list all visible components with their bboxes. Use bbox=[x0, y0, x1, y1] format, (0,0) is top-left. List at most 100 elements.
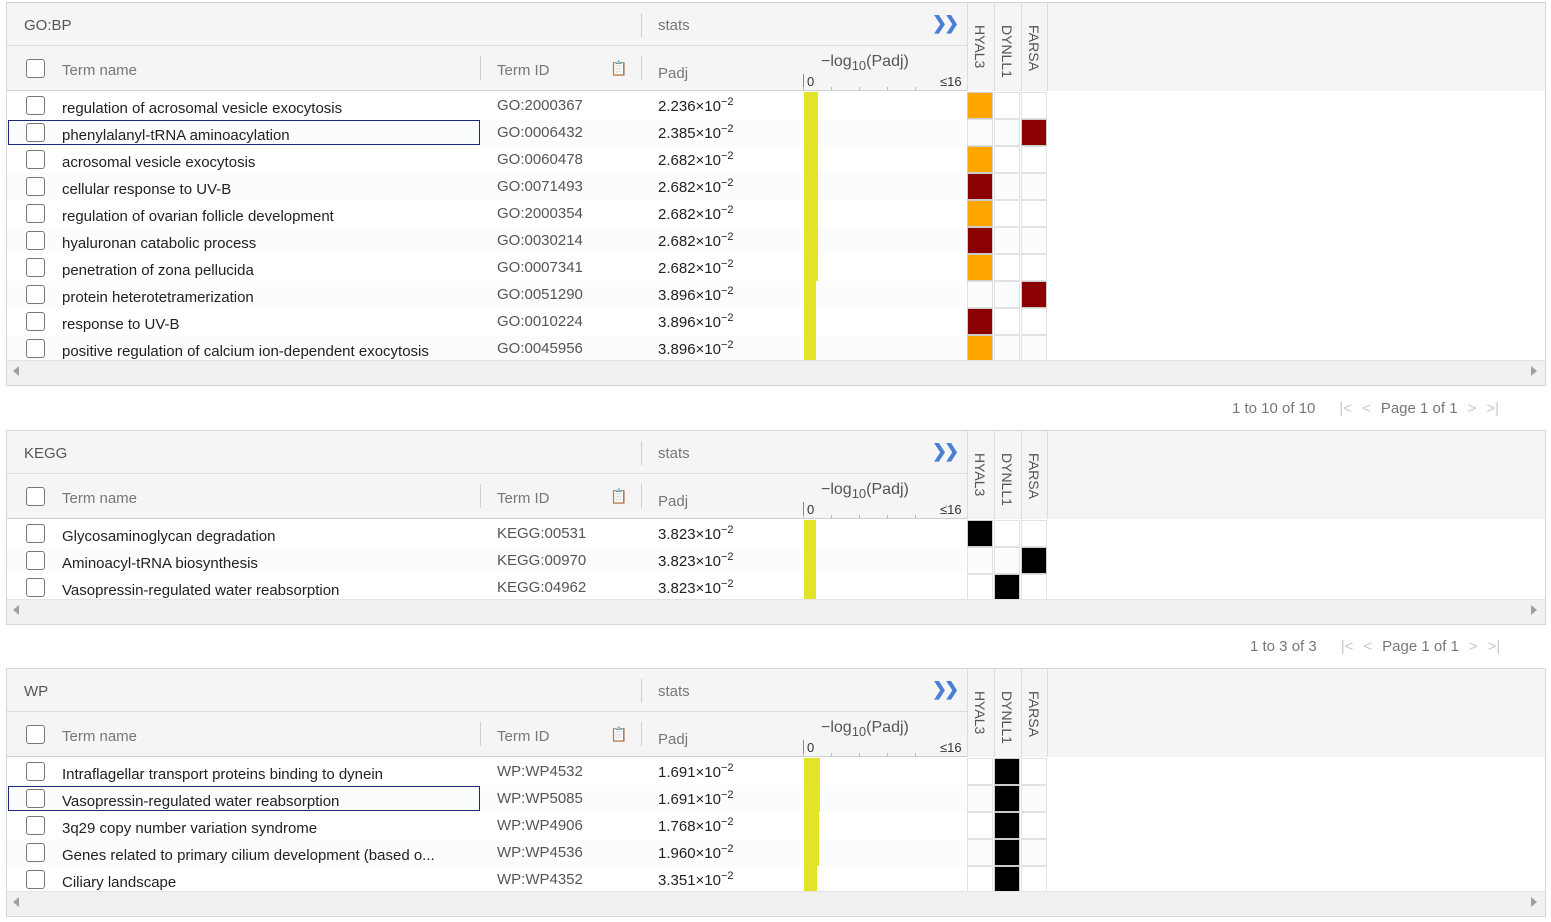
table-row[interactable]: 3q29 copy number variation syndrome WP:WP… bbox=[7, 812, 1047, 839]
term-name[interactable]: 3q29 copy number variation syndrome bbox=[62, 820, 317, 837]
next-page-icon[interactable]: > bbox=[1468, 400, 1477, 417]
term-name-header[interactable]: Term name bbox=[62, 728, 137, 745]
row-checkbox[interactable] bbox=[26, 524, 45, 543]
term-id[interactable]: KEGG:00531 bbox=[497, 525, 586, 542]
table-row[interactable]: Aminoacyl-tRNA biosynthesis KEGG:00970 3.8… bbox=[7, 547, 1047, 574]
term-id[interactable]: WP:WP4536 bbox=[497, 844, 583, 861]
term-name[interactable]: cellular response to UV-B bbox=[62, 181, 231, 198]
scroll-left-icon[interactable] bbox=[13, 605, 19, 615]
prev-page-icon[interactable]: < bbox=[1363, 638, 1372, 655]
expand-columns-icon[interactable]: ❯❯ bbox=[932, 441, 959, 462]
term-name[interactable]: response to UV-B bbox=[62, 316, 180, 333]
term-name[interactable]: Aminoacyl-tRNA biosynthesis bbox=[62, 555, 258, 572]
row-checkbox[interactable] bbox=[26, 312, 45, 331]
select-all-checkbox[interactable] bbox=[26, 725, 45, 744]
table-row[interactable]: regulation of acrosomal vesicle exocytos… bbox=[7, 92, 1047, 119]
first-page-icon[interactable]: |< bbox=[1339, 400, 1352, 417]
row-checkbox[interactable] bbox=[26, 150, 45, 169]
row-checkbox[interactable] bbox=[26, 551, 45, 570]
row-checkbox[interactable] bbox=[26, 96, 45, 115]
last-page-icon[interactable]: >| bbox=[1486, 400, 1499, 417]
prev-page-icon[interactable]: < bbox=[1362, 400, 1371, 417]
term-id[interactable]: KEGG:04962 bbox=[497, 579, 586, 596]
row-checkbox[interactable] bbox=[26, 870, 45, 889]
term-name[interactable]: acrosomal vesicle exocytosis bbox=[62, 154, 255, 171]
clipboard-icon[interactable]: 📋 bbox=[610, 488, 627, 505]
term-id[interactable]: WP:WP5085 bbox=[497, 790, 583, 807]
row-checkbox[interactable] bbox=[26, 204, 45, 223]
horizontal-scrollbar[interactable] bbox=[7, 891, 1545, 916]
table-row[interactable]: regulation of ovarian follicle developme… bbox=[7, 200, 1047, 227]
term-id[interactable]: GO:0045956 bbox=[497, 340, 583, 357]
term-id[interactable]: KEGG:00970 bbox=[497, 552, 586, 569]
term-id-header[interactable]: Term ID bbox=[497, 490, 550, 507]
row-checkbox[interactable] bbox=[26, 578, 45, 597]
horizontal-scrollbar[interactable] bbox=[7, 360, 1545, 385]
term-id[interactable]: GO:0060478 bbox=[497, 151, 583, 168]
row-checkbox[interactable] bbox=[26, 285, 45, 304]
term-id[interactable]: WP:WP4352 bbox=[497, 871, 583, 888]
term-id[interactable]: GO:0010224 bbox=[497, 313, 583, 330]
term-name[interactable]: Ciliary landscape bbox=[62, 874, 176, 891]
first-page-icon[interactable]: |< bbox=[1341, 638, 1354, 655]
term-name[interactable]: hyaluronan catabolic process bbox=[62, 235, 256, 252]
term-id[interactable]: GO:2000354 bbox=[497, 205, 583, 222]
term-name[interactable]: protein heterotetramerization bbox=[62, 289, 254, 306]
last-page-icon[interactable]: >| bbox=[1488, 638, 1501, 655]
term-id[interactable]: GO:0006432 bbox=[497, 124, 583, 141]
term-id-header[interactable]: Term ID bbox=[497, 62, 550, 79]
term-id-header[interactable]: Term ID bbox=[497, 728, 550, 745]
table-row[interactable]: response to UV-B GO:0010224 3.896×10−2 bbox=[7, 308, 1047, 335]
term-id[interactable]: GO:0071493 bbox=[497, 178, 583, 195]
table-row[interactable]: cellular response to UV-B GO:0071493 2.682… bbox=[7, 173, 1047, 200]
table-row[interactable]: acrosomal vesicle exocytosis GO:0060478 2.… bbox=[7, 146, 1047, 173]
row-checkbox[interactable] bbox=[26, 843, 45, 862]
term-name[interactable]: penetration of zona pellucida bbox=[62, 262, 254, 279]
row-checkbox[interactable] bbox=[26, 258, 45, 277]
term-id[interactable]: GO:2000367 bbox=[497, 97, 583, 114]
horizontal-scrollbar[interactable] bbox=[7, 599, 1545, 624]
table-row[interactable]: Intraflagellar transport proteins bindin… bbox=[7, 758, 1047, 785]
padj-header[interactable]: Padj bbox=[658, 731, 688, 748]
scroll-right-icon[interactable] bbox=[1531, 366, 1537, 376]
term-id[interactable]: GO:0030214 bbox=[497, 232, 583, 249]
table-row[interactable]: Glycosaminoglycan degradation KEGG:00531 3… bbox=[7, 520, 1047, 547]
term-name[interactable]: Vasopressin-regulated water reabsorption bbox=[62, 582, 339, 599]
term-name[interactable]: phenylalanyl-tRNA aminoacylation bbox=[62, 127, 290, 144]
select-all-checkbox[interactable] bbox=[26, 487, 45, 506]
expand-columns-icon[interactable]: ❯❯ bbox=[932, 13, 959, 34]
scroll-left-icon[interactable] bbox=[13, 366, 19, 376]
table-row[interactable]: positive regulation of calcium ion-depen… bbox=[7, 335, 1047, 362]
row-checkbox[interactable] bbox=[26, 339, 45, 358]
table-row[interactable]: phenylalanyl-tRNA aminoacylation GO:00064… bbox=[7, 119, 1047, 146]
clipboard-icon[interactable]: 📋 bbox=[610, 60, 627, 77]
clipboard-icon[interactable]: 📋 bbox=[610, 726, 627, 743]
term-id[interactable]: WP:WP4906 bbox=[497, 817, 583, 834]
row-checkbox[interactable] bbox=[26, 762, 45, 781]
row-checkbox[interactable] bbox=[26, 816, 45, 835]
table-row[interactable]: protein heterotetramerization GO:0051290 3… bbox=[7, 281, 1047, 308]
term-id[interactable]: GO:0007341 bbox=[497, 259, 583, 276]
term-name[interactable]: Vasopressin-regulated water reabsorption bbox=[62, 793, 339, 810]
term-id[interactable]: WP:WP4532 bbox=[497, 763, 583, 780]
row-checkbox[interactable] bbox=[26, 177, 45, 196]
scroll-right-icon[interactable] bbox=[1531, 605, 1537, 615]
table-row[interactable]: Vasopressin-regulated water reabsorption… bbox=[7, 574, 1047, 601]
expand-columns-icon[interactable]: ❯❯ bbox=[932, 679, 959, 700]
table-row[interactable]: Vasopressin-regulated water reabsorption… bbox=[7, 785, 1047, 812]
scroll-left-icon[interactable] bbox=[13, 897, 19, 907]
row-checkbox[interactable] bbox=[26, 123, 45, 142]
select-all-checkbox[interactable] bbox=[26, 59, 45, 78]
row-checkbox[interactable] bbox=[26, 789, 45, 808]
term-name-header[interactable]: Term name bbox=[62, 62, 137, 79]
term-name-header[interactable]: Term name bbox=[62, 490, 137, 507]
term-name[interactable]: Glycosaminoglycan degradation bbox=[62, 528, 275, 545]
padj-header[interactable]: Padj bbox=[658, 493, 688, 510]
row-checkbox[interactable] bbox=[26, 231, 45, 250]
term-name[interactable]: Intraflagellar transport proteins bindin… bbox=[62, 766, 383, 783]
table-row[interactable]: Genes related to primary cilium developm… bbox=[7, 839, 1047, 866]
table-row[interactable]: hyaluronan catabolic process GO:0030214 2.… bbox=[7, 227, 1047, 254]
table-row[interactable]: penetration of zona pellucida GO:0007341 2… bbox=[7, 254, 1047, 281]
term-name[interactable]: positive regulation of calcium ion-depen… bbox=[62, 343, 429, 360]
scroll-right-icon[interactable] bbox=[1531, 897, 1537, 907]
